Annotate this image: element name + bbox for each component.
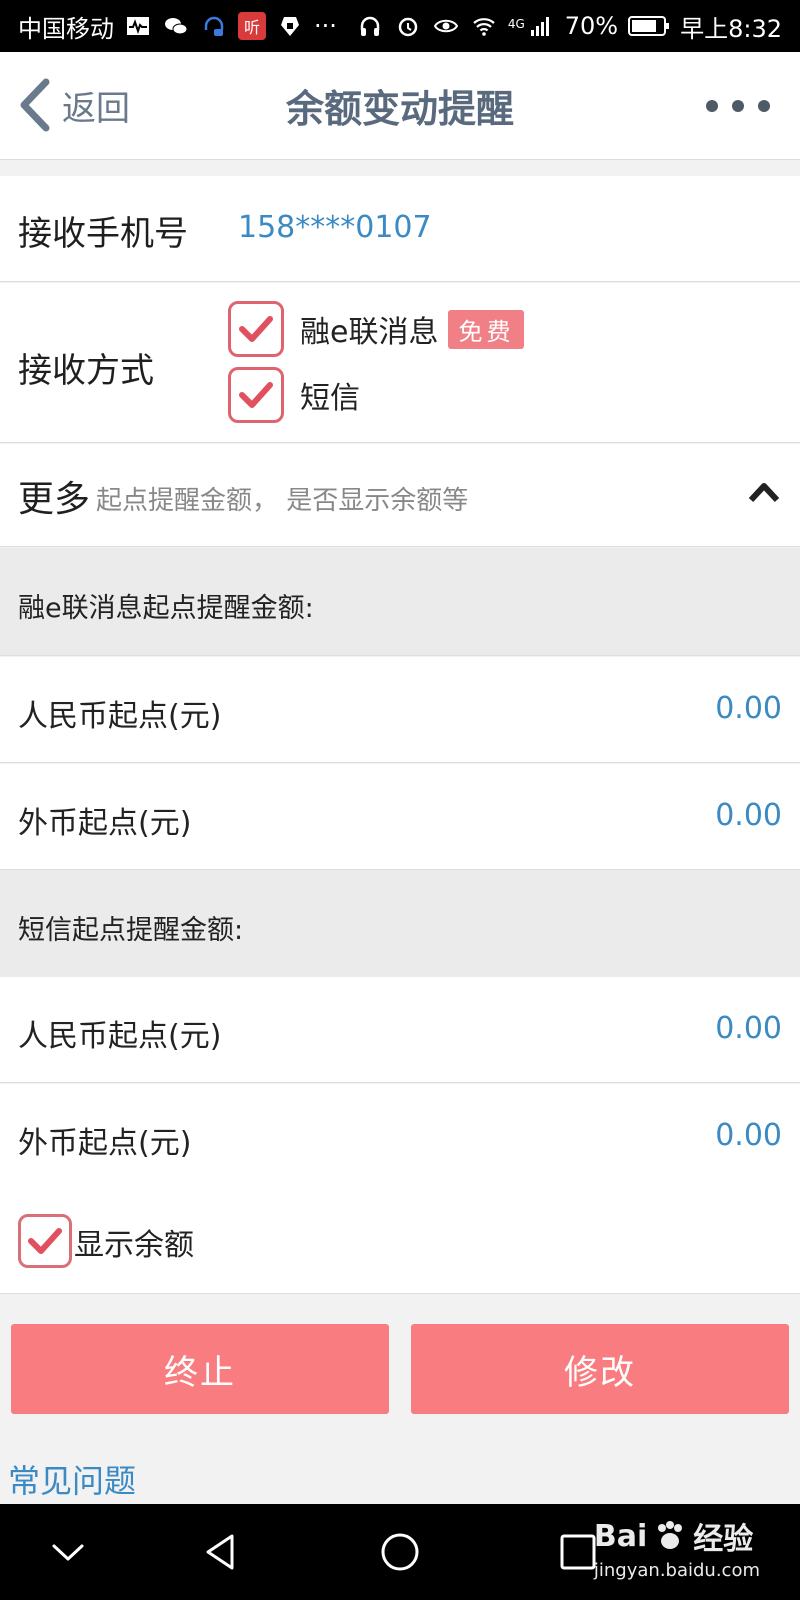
wifi-icon: [470, 12, 498, 40]
more-toggle-row[interactable]: 更多 起点提醒金额， 是否显示余额等: [0, 444, 800, 547]
sms-checkbox[interactable]: [228, 367, 284, 423]
amount-label: 外币起点(元): [18, 1126, 192, 1161]
method-label: 接收方式: [18, 351, 154, 391]
more-menu-button[interactable]: [706, 100, 770, 112]
amount-row[interactable]: 人民币起点(元) 0.00: [0, 657, 800, 763]
battery-percent: 70%: [564, 12, 619, 40]
carrier-label: 中国移动: [18, 14, 114, 43]
more-dot-icon: [706, 100, 718, 112]
eye-icon: [432, 12, 460, 40]
chevron-left-icon: [20, 78, 50, 132]
hand-icon: [276, 12, 304, 40]
amount-row[interactable]: 外币起点(元) 0.00: [0, 1084, 800, 1190]
status-bar: 中国移动 听 ··· 4G 70% 早上8:32: [0, 0, 800, 52]
section-title: 短信起点提醒金额:: [18, 915, 244, 946]
nav-back-icon[interactable]: [200, 1530, 244, 1574]
show-balance-row[interactable]: 显示余额: [0, 1188, 800, 1294]
alarm-icon: [394, 12, 422, 40]
amount-label: 外币起点(元): [18, 806, 192, 841]
amount-row[interactable]: 外币起点(元) 0.00: [0, 764, 800, 870]
activity-icon: [124, 12, 152, 40]
nav-home-icon[interactable]: [378, 1530, 422, 1574]
signal-icon: [527, 12, 555, 40]
free-badge: 免费: [448, 309, 525, 349]
amount-value[interactable]: 0.00: [715, 798, 782, 833]
rongelian-checkbox[interactable]: [228, 301, 284, 357]
amount-row[interactable]: 人民币起点(元) 0.00: [0, 977, 800, 1083]
section-header: 融e联消息起点提醒金额:: [0, 548, 800, 656]
section-header: 短信起点提醒金额:: [0, 870, 800, 978]
more-dot-icon: [758, 100, 770, 112]
method-row: 接收方式 融e联消息 免费 短信: [0, 283, 800, 443]
wechat-icon: [162, 12, 190, 40]
checkmark-icon: [28, 1228, 62, 1254]
phone-value: 158****0107: [238, 210, 432, 245]
paw-icon: [658, 1521, 683, 1549]
amount-label: 人民币起点(元): [18, 699, 222, 734]
more-notifications-icon: ···: [314, 12, 337, 40]
more-dot-icon: [732, 100, 744, 112]
watermark-url: jingyan.baidu.com: [593, 1560, 760, 1581]
amount-value[interactable]: 0.00: [715, 1118, 782, 1153]
system-nav-bar: Bai 经验 jingyan.baidu.com: [0, 1504, 800, 1600]
stop-button[interactable]: 终止: [11, 1324, 389, 1414]
baidu-jingyan-watermark: Bai 经验 jingyan.baidu.com: [593, 1514, 760, 1582]
battery-icon: [628, 12, 670, 40]
option-rongelian[interactable]: 融e联消息 免费: [228, 301, 525, 357]
show-balance-label: 显示余额: [74, 1228, 194, 1263]
section-title: 融e联消息起点提醒金额:: [18, 593, 314, 624]
amount-value[interactable]: 0.00: [715, 1011, 782, 1046]
headphones-icon: [356, 12, 384, 40]
phone-row: 接收手机号 158****0107: [0, 176, 800, 282]
watermark-brand: Bai: [593, 1518, 648, 1554]
amount-value[interactable]: 0.00: [715, 691, 782, 726]
headset-app-icon: [200, 12, 228, 40]
chevron-up-icon[interactable]: [748, 480, 780, 504]
spacer: [0, 160, 800, 176]
sms-label: 短信: [300, 381, 360, 416]
faq-link[interactable]: 常见问题: [8, 1456, 136, 1502]
edit-button[interactable]: 修改: [411, 1324, 789, 1414]
net-type-label: 4G: [507, 16, 525, 31]
more-title: 更多: [18, 479, 91, 520]
back-label: 返回: [62, 88, 130, 129]
clock-time: 早上8:32: [680, 14, 782, 43]
rongelian-label: 融e联消息: [300, 315, 439, 350]
show-balance-checkbox[interactable]: [18, 1214, 72, 1268]
amount-label: 人民币起点(元): [18, 1019, 222, 1054]
more-description: 起点提醒金额， 是否显示余额等: [96, 486, 469, 516]
back-button[interactable]: 返回: [16, 78, 130, 132]
app-header: 返回 余额变动提醒: [0, 52, 800, 160]
checkmark-icon: [239, 316, 273, 342]
option-sms[interactable]: 短信: [228, 367, 360, 423]
listen-app-icon: 听: [238, 12, 266, 40]
phone-label: 接收手机号: [18, 214, 188, 254]
chevron-down-icon[interactable]: [46, 1530, 90, 1574]
checkmark-icon: [239, 382, 273, 408]
watermark-brand-cn: 经验: [693, 1522, 754, 1557]
